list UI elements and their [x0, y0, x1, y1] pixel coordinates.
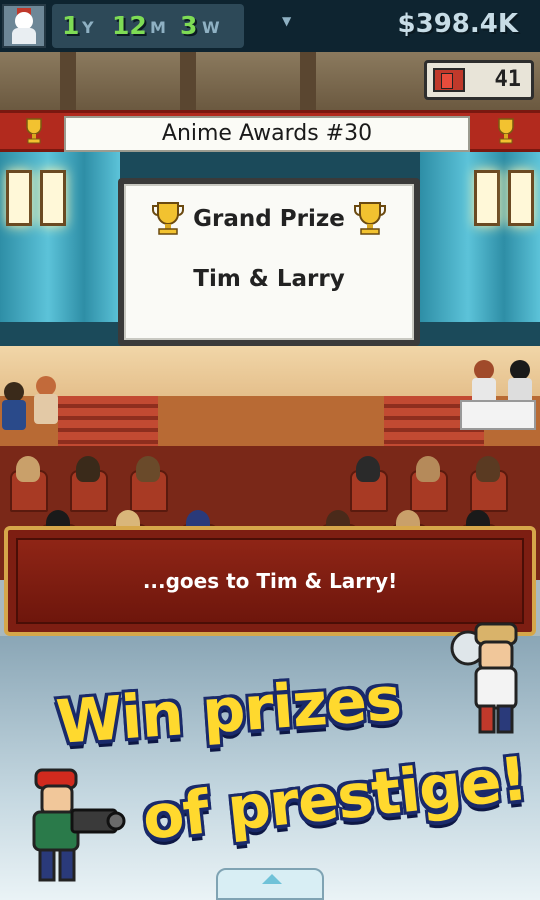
award-banner: Anime Awards #30: [0, 110, 540, 152]
announcement-text: ...goes to Tim & Larry!: [142, 569, 398, 593]
character-head: [474, 360, 494, 380]
lantern: [6, 170, 32, 226]
weeks-value: 3: [180, 11, 198, 40]
trophy-icon: [26, 118, 42, 144]
cameraman-character: [32, 768, 126, 882]
character-head: [510, 360, 530, 380]
character-head: [36, 376, 56, 396]
award-screen: Grand Prize Tim & Larry: [124, 184, 414, 340]
lantern: [40, 170, 66, 226]
items-count: 41: [494, 67, 522, 92]
years-unit: Y: [82, 18, 94, 37]
roof-beam: [180, 52, 196, 110]
lantern: [508, 170, 534, 226]
photographer-character: [450, 622, 518, 734]
stage-steps-left: [58, 396, 158, 452]
top-status-bar: 1 Y 12 M 3 W ▼ $398.4K: [0, 0, 540, 52]
items-counter[interactable]: 41: [424, 60, 534, 100]
audience-member: [16, 456, 40, 482]
jury-desk: [460, 400, 536, 430]
audience-member: [356, 456, 380, 482]
character-body: [34, 394, 58, 424]
winner-name: Tim & Larry: [193, 266, 345, 292]
roof-beam: [300, 52, 316, 110]
months-value: 12: [112, 11, 147, 40]
roof-beam: [60, 52, 76, 110]
award-hall: Anime Awards #30 Grand Prize Tim & Larry: [0, 110, 540, 580]
chevron-up-icon[interactable]: [216, 868, 324, 900]
weeks-unit: W: [202, 18, 220, 37]
trophy-icon: [498, 118, 514, 144]
character-body: [2, 400, 26, 430]
winner-character: [32, 376, 60, 428]
audience-member: [136, 456, 160, 482]
audience-member: [416, 456, 440, 482]
winner-character: [0, 382, 28, 434]
lantern: [474, 170, 500, 226]
character-head: [4, 382, 24, 402]
chevron-down-icon[interactable]: ▼: [282, 14, 291, 28]
months-unit: M: [150, 18, 166, 37]
years-value: 1: [62, 11, 80, 40]
book-stack-icon: [433, 68, 465, 92]
trophy-icon: [354, 202, 386, 235]
audience-member: [76, 456, 100, 482]
snowman-avatar-icon[interactable]: [2, 4, 46, 48]
audience-member: [476, 456, 500, 482]
award-title: Anime Awards #30: [161, 121, 373, 146]
game-date-display[interactable]: 1 Y 12 M 3 W ▼: [52, 4, 291, 48]
dialog-panel: ...goes to Tim & Larry!: [16, 538, 524, 624]
banner-title-box: Anime Awards #30: [64, 116, 470, 152]
money-display: $398.4K: [397, 9, 518, 39]
body-shape: [12, 28, 36, 44]
